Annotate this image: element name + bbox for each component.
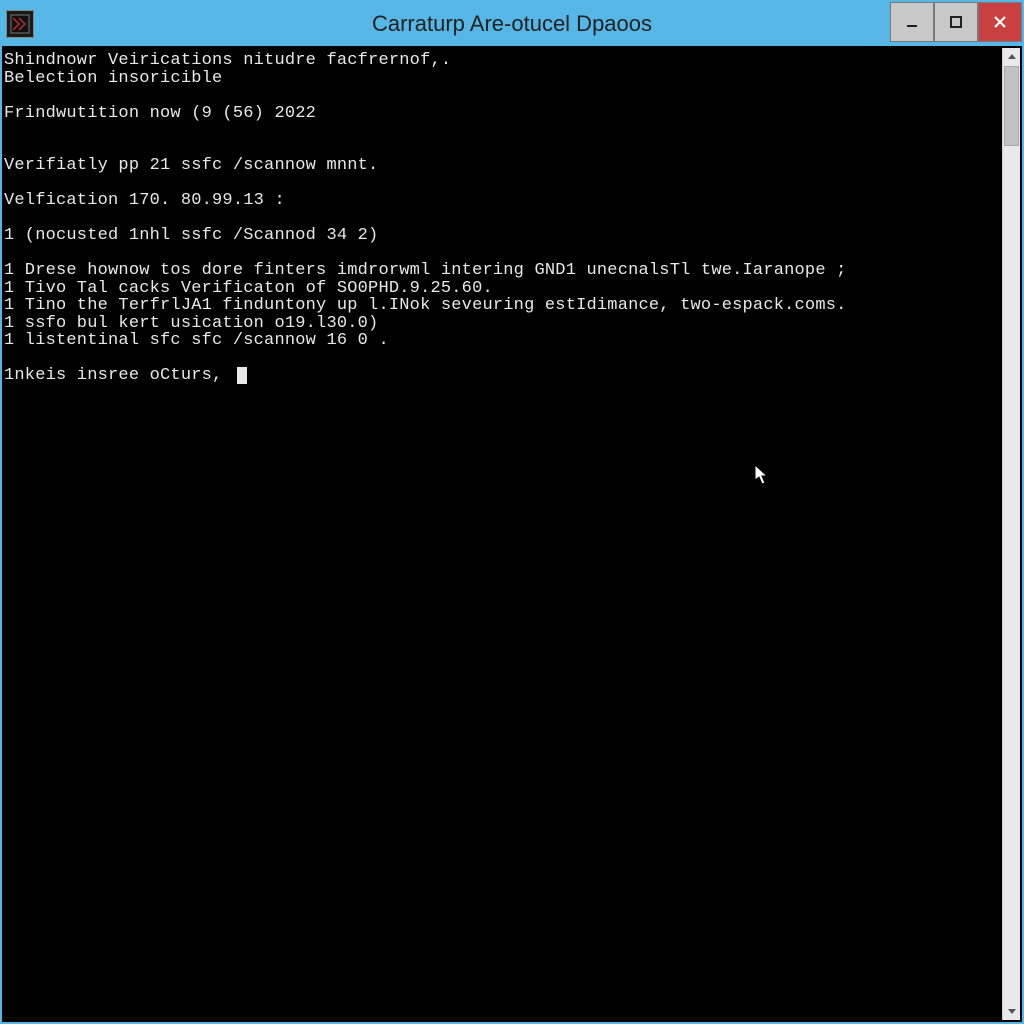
terminal-line: 1 Tino the TerfrlJA1 finduntony up l.INo… xyxy=(4,297,1000,315)
terminal-line: 1 listentinal sfc sfc /scannow 16 0 . xyxy=(4,332,1000,350)
terminal-output[interactable]: Shindnowr Veirications nitudre facfrerno… xyxy=(4,48,1002,1020)
window-title: Carraturp Are-otucel Dpaoos xyxy=(2,11,1022,37)
terminal-line xyxy=(4,245,1000,263)
text-cursor xyxy=(237,367,247,384)
terminal-line: 1 Drese hownow tos dore finters imdrorwm… xyxy=(4,262,1000,280)
terminal-line xyxy=(4,210,1000,228)
terminal-line xyxy=(4,140,1000,158)
terminal-line: 1 (nocusted 1nhl ssfc /Scannod 34 2) xyxy=(4,227,1000,245)
minimize-button[interactable] xyxy=(890,2,934,42)
titlebar[interactable]: Carraturp Are-otucel Dpaoos xyxy=(2,2,1022,46)
terminal-line xyxy=(4,87,1000,105)
window-controls xyxy=(890,2,1022,46)
close-button[interactable] xyxy=(978,2,1022,42)
app-icon xyxy=(6,10,34,38)
terminal-line: 1 Tivo Tal cacks Verificaton of SO0PHD.9… xyxy=(4,280,1000,298)
terminal-line: Frindwutition now (9 (56) 2022 xyxy=(4,105,1000,123)
terminal-line xyxy=(4,122,1000,140)
terminal-line: Verifiatly pp 21 ssfc /scannow mnnt. xyxy=(4,157,1000,175)
terminal-line xyxy=(4,175,1000,193)
terminal-prompt[interactable]: 1nkeis insree oCturs, xyxy=(4,367,1000,385)
scroll-down-button[interactable] xyxy=(1003,1002,1020,1020)
scroll-up-button[interactable] xyxy=(1003,48,1020,66)
vertical-scrollbar[interactable] xyxy=(1002,48,1020,1020)
application-window: Carraturp Are-otucel Dpaoos Shindnowr Ve… xyxy=(0,0,1024,1024)
terminal-line: Velfication 170. 80.99.13 : xyxy=(4,192,1000,210)
terminal-line: 1 ssfo bul kert usication o19.l30.0) xyxy=(4,315,1000,333)
terminal-line: Belection insoricible xyxy=(4,70,1000,88)
scroll-thumb[interactable] xyxy=(1004,66,1019,146)
client-area: Shindnowr Veirications nitudre facfrerno… xyxy=(4,48,1020,1020)
terminal-line: Shindnowr Veirications nitudre facfrerno… xyxy=(4,52,1000,70)
terminal-line xyxy=(4,350,1000,368)
maximize-button[interactable] xyxy=(934,2,978,42)
prompt-text: 1nkeis insree oCturs, xyxy=(4,367,233,385)
